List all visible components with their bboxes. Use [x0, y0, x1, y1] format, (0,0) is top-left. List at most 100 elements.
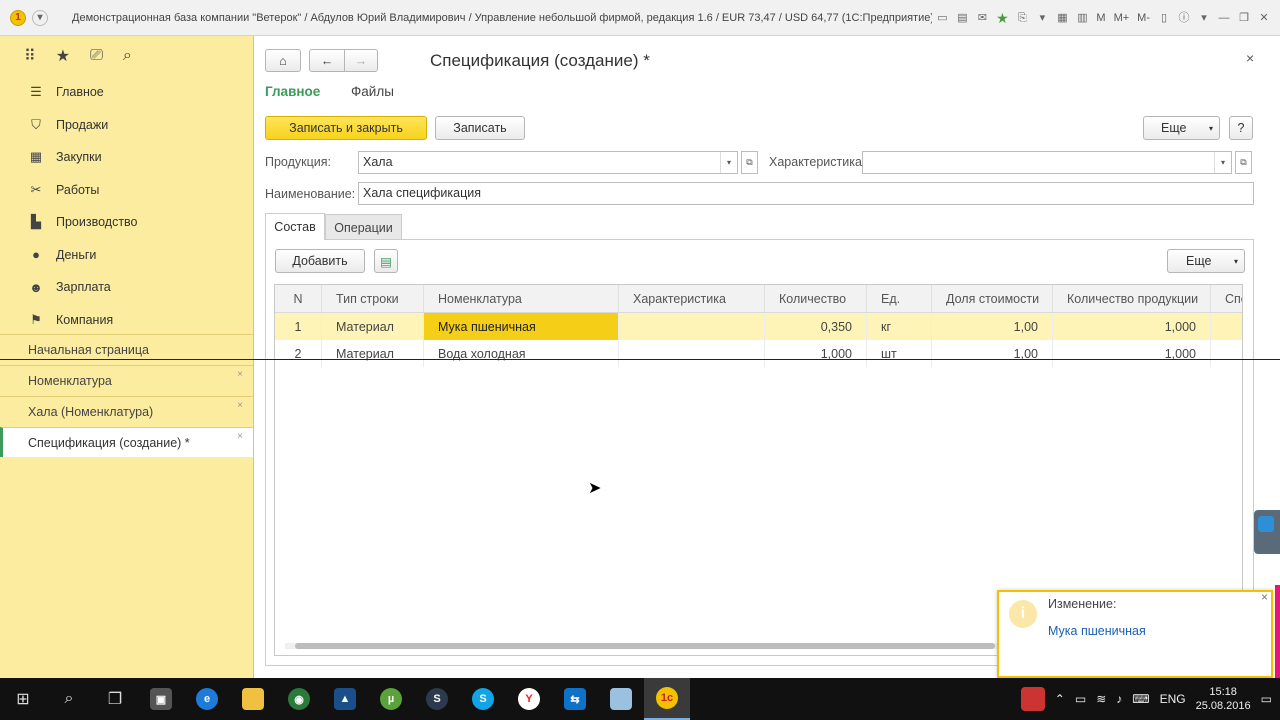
cell-cost-share[interactable]: 1,00 — [932, 313, 1053, 340]
sidebar-item-production[interactable]: ▙ Производство — [0, 206, 253, 239]
edge-browser-icon[interactable]: e — [184, 678, 230, 720]
calculator-icon[interactable]: ▦ — [1054, 10, 1070, 26]
close-tab-icon[interactable]: × — [237, 369, 243, 380]
tab-composition[interactable]: Состав — [265, 213, 325, 240]
link-icon[interactable]: ⎘ — [1014, 10, 1030, 26]
volume-icon[interactable]: ♪ — [1116, 692, 1122, 706]
print-icon[interactable]: ▭ — [934, 10, 950, 26]
grid-more-button[interactable]: Еще ▾ — [1167, 249, 1245, 273]
excel-icon[interactable]: ▤ — [374, 249, 398, 273]
back-button[interactable]: ← — [309, 49, 345, 72]
search-icon[interactable]: ⌕ — [46, 678, 92, 720]
teamviewer-icon[interactable]: ⇆ — [552, 678, 598, 720]
table-row[interactable]: 1 Материал Мука пшеничная 0,350 кг 1,00 … — [275, 313, 1242, 340]
open-window-specification[interactable]: Спецификация (создание) * × — [0, 427, 253, 457]
cell-quantity[interactable]: 0,350 — [765, 313, 867, 340]
yandex-browser-icon[interactable]: Y — [506, 678, 552, 720]
chevron-down-icon[interactable]: ▾ — [720, 152, 737, 173]
name-field[interactable]: Хала спецификация — [358, 182, 1254, 205]
sidebar-item-money[interactable]: ● Деньги — [0, 239, 253, 272]
sidebar-item-main[interactable]: ☰ Главное — [0, 76, 253, 109]
store-icon[interactable]: ▣ — [138, 678, 184, 720]
forward-button[interactable]: → — [344, 49, 378, 72]
open-product-icon[interactable]: ⧉ — [741, 151, 758, 174]
chevron-up-icon[interactable]: ⌃ — [1055, 692, 1065, 706]
sidebar-item-sales[interactable]: ⛉ Продажи — [0, 109, 253, 142]
cell-nomenclature[interactable]: Вода холодная — [424, 340, 619, 367]
save-and-close-button[interactable]: Записать и закрыть — [265, 116, 427, 140]
memory-button[interactable]: M — [1094, 10, 1107, 26]
memory-plus-button[interactable]: M+ — [1112, 10, 1132, 26]
notepad-icon[interactable] — [598, 678, 644, 720]
column-header[interactable]: Количество продукции — [1053, 285, 1211, 313]
tab-operations[interactable]: Операции — [325, 214, 402, 240]
open-window-nomenclature[interactable]: Номенклатура × — [0, 365, 253, 395]
app-menu-icon[interactable]: ▾ — [32, 9, 48, 26]
maps-icon[interactable]: ◉ — [276, 678, 322, 720]
skype-icon[interactable]: S — [460, 678, 506, 720]
cell-row-type[interactable]: Материал — [322, 340, 424, 367]
chevron-down-icon[interactable]: ▾ — [1214, 152, 1231, 173]
product-field[interactable]: Хала ▾ — [358, 151, 738, 174]
panel-icon[interactable]: ▯ — [1156, 10, 1172, 26]
home-button[interactable]: ⌂ — [265, 49, 301, 72]
column-header[interactable]: Характеристика — [619, 285, 765, 313]
cell-nomenclature[interactable]: Мука пшеничная — [424, 313, 619, 340]
cell-cost-share[interactable]: 1,00 — [932, 340, 1053, 367]
close-form-icon[interactable]: × — [1246, 50, 1254, 66]
cell-unit[interactable]: кг — [867, 313, 932, 340]
close-icon[interactable]: ✕ — [1256, 10, 1272, 26]
tray-app-icon[interactable] — [1020, 687, 1045, 711]
column-header[interactable]: Номенклатура — [424, 285, 619, 313]
notifications-icon[interactable]: ▭ — [1261, 692, 1272, 706]
add-button[interactable]: Добавить — [275, 249, 365, 273]
characteristic-field[interactable]: ▾ — [862, 151, 1232, 174]
column-header[interactable]: Доля стоимости — [932, 285, 1053, 313]
dropdown-icon[interactable]: ▾ — [1196, 10, 1212, 26]
windows-start-icon[interactable]: ⊞ — [0, 678, 46, 720]
open-window-hala[interactable]: Хала (Номенклатура) × — [0, 396, 253, 426]
clock[interactable]: 15:18 25.08.2016 — [1196, 685, 1251, 713]
preview-icon[interactable]: ▤ — [954, 10, 970, 26]
column-header[interactable]: Количество — [765, 285, 867, 313]
column-header[interactable]: Ед. — [867, 285, 932, 313]
column-header[interactable]: Тип строки — [322, 285, 424, 313]
app-icon[interactable]: ▲ — [322, 678, 368, 720]
wifi-icon[interactable]: ≋ — [1096, 692, 1106, 706]
sidebar-item-purchases[interactable]: ▦ Закупки — [0, 141, 253, 174]
save-button[interactable]: Записать — [435, 116, 525, 140]
keyboard-icon[interactable]: ⌨ — [1132, 692, 1149, 706]
restore-icon[interactable]: ❐ — [1236, 10, 1252, 26]
side-widget[interactable] — [1254, 510, 1280, 554]
minimize-icon[interactable]: — — [1216, 10, 1232, 26]
cell-characteristic[interactable] — [619, 340, 765, 367]
history-icon[interactable]: ▾ — [1034, 10, 1050, 26]
history-icon[interactable]: ⎚ — [90, 47, 103, 65]
more-button[interactable]: Еще ▾ — [1143, 116, 1220, 140]
file-explorer-icon[interactable] — [230, 678, 276, 720]
column-header[interactable]: Спе — [1211, 285, 1242, 313]
cell-quantity[interactable]: 1,000 — [765, 340, 867, 367]
search-icon[interactable]: ⌕ — [123, 47, 132, 65]
tab-files[interactable]: Файлы — [351, 84, 394, 99]
close-tab-icon[interactable]: × — [237, 400, 243, 411]
close-notification-icon[interactable]: × — [1261, 590, 1268, 604]
grid-menu-icon[interactable]: ⠿ — [24, 46, 36, 66]
help-button[interactable]: ? — [1229, 116, 1253, 140]
sidebar-item-salary[interactable]: ☻ Зарплата — [0, 271, 253, 304]
open-characteristic-icon[interactable]: ⧉ — [1235, 151, 1252, 174]
cell-characteristic[interactable] — [619, 313, 765, 340]
notification-link[interactable]: Мука пшеничная — [1048, 624, 1146, 638]
tab-main[interactable]: Главное — [265, 84, 320, 99]
1c-enterprise-icon[interactable]: 1c — [644, 678, 690, 720]
mail-icon[interactable]: ✉ — [974, 10, 990, 26]
steam-icon[interactable]: S — [414, 678, 460, 720]
cell-product-quantity[interactable]: 1,000 — [1053, 313, 1211, 340]
language-indicator[interactable]: ENG — [1160, 692, 1186, 706]
battery-icon[interactable]: ▭ — [1075, 692, 1086, 706]
close-tab-icon[interactable]: × — [237, 431, 243, 442]
scrollbar-thumb[interactable] — [295, 643, 995, 649]
cell-row-type[interactable]: Материал — [322, 313, 424, 340]
task-view-icon[interactable]: ❐ — [92, 678, 138, 720]
cell-unit[interactable]: шт — [867, 340, 932, 367]
